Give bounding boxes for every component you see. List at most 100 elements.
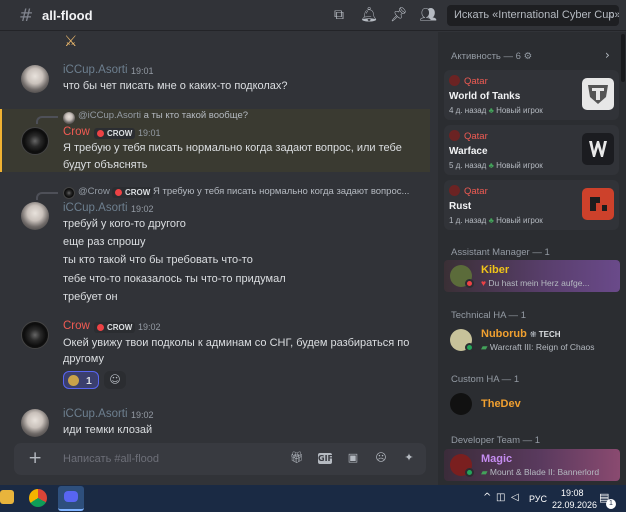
member-list: Активность — 6 ⚙ › Qatar World of Tanks … [438, 32, 626, 485]
clock-date[interactable]: 22.09.2026 [552, 500, 597, 510]
timestamp: 19:01 [138, 128, 161, 138]
new-player-icon: ♣ [488, 216, 494, 225]
member-name: Nuborub ⁜ TECH [481, 328, 561, 340]
tech-tag: ⁜ TECH [529, 330, 561, 339]
timestamp: 19:01 [131, 66, 154, 76]
reply-preview[interactable]: а ты кто такой вообще? [144, 110, 248, 121]
member-name: Magic [481, 453, 513, 465]
member-list-icon[interactable]: 👥︎ [419, 6, 437, 24]
author-name[interactable]: iCCup.Asorti [63, 202, 128, 214]
member-name: TheDev [481, 398, 521, 410]
reply-preview[interactable]: Я требую у тебя писать нормально когда з… [153, 186, 409, 197]
file-explorer-icon[interactable] [0, 490, 14, 504]
member-row[interactable]: Nuborub ⁜ TECH ▰ Warcraft III: Reign of C… [444, 324, 620, 356]
apps-icon[interactable]: ✦ [402, 451, 416, 465]
rust-game-icon [582, 188, 614, 220]
role-group-title: Developer Team — 1 [451, 435, 541, 446]
activity-user: Qatar [464, 186, 488, 197]
attach-plus-icon[interactable]: + [28, 448, 42, 468]
avatar[interactable] [21, 65, 49, 93]
reaction-button[interactable]: 1 [63, 371, 99, 389]
warface-game-icon [582, 133, 614, 165]
activity-card[interactable]: Qatar World of Tanks 4 д. назад ♣ Новый … [444, 70, 619, 120]
tray-chevron-icon[interactable]: ^ [483, 492, 491, 503]
author-name[interactable]: Crow [63, 126, 90, 138]
threads-icon[interactable]: ⧉ [330, 6, 348, 24]
clock-time[interactable]: 19:08 [561, 488, 584, 498]
discord-taskbar-button[interactable] [58, 486, 84, 511]
reply-author[interactable]: @iCCup.Asorti [78, 110, 141, 121]
settings-gear-icon[interactable]: ⚙ [524, 51, 533, 62]
role-group-title: Custom HA — 1 [451, 374, 520, 385]
avatar[interactable] [21, 321, 49, 349]
member-list-scrollbar[interactable] [621, 34, 625, 82]
network-icon[interactable]: ◫ [496, 492, 505, 503]
search-icon: ⌕ [608, 7, 615, 21]
member-row[interactable]: TheDev [444, 388, 620, 420]
role-group-title: Assistant Manager — 1 [451, 247, 550, 258]
volume-icon[interactable]: ◁ [511, 492, 519, 503]
status-online-icon [465, 468, 474, 477]
sticker-icon[interactable]: ▣ [346, 451, 360, 465]
message-text: будут объяснять [63, 159, 148, 171]
message-text: требуй у кого-то другого [63, 218, 186, 230]
world-of-tanks-game-icon [582, 78, 614, 110]
pin-icon[interactable]: 📌︎ [390, 6, 408, 24]
message-text: ты кто такой что бы требовать что-то [63, 254, 253, 266]
message-list[interactable]: ⚔ iCCup.Asorti 19:01 что бы чет писать м… [0, 32, 438, 442]
reaction-emoji-icon [68, 375, 79, 386]
composer-input[interactable]: Написать #all-flood [63, 453, 159, 465]
new-player-icon: ♣ [488, 106, 494, 115]
avatar[interactable] [21, 409, 49, 437]
timestamp: 19:02 [131, 204, 154, 214]
game-controller-icon: ▰ [481, 467, 488, 477]
author-name[interactable]: iCCup.Asorti [63, 64, 128, 76]
chrome-icon[interactable] [29, 489, 47, 507]
reply-connector [36, 116, 58, 124]
search-input[interactable]: Искать «International Cyber Cup» ⌕ [447, 5, 619, 26]
message-text: тебе что-то показалось ты что-то придума… [63, 273, 286, 285]
notification-bell-icon[interactable]: 🔔︎ [360, 6, 378, 24]
activity-meta: 5 д. назад ♣ Новый игрок [449, 161, 543, 170]
discord-window: # all-flood ⧉ 🔔︎ 📌︎ 👥︎ Искать «Internati… [0, 0, 626, 485]
gift-icon[interactable]: 🎁︎ [290, 451, 304, 465]
emoji-icon[interactable]: ☹ [374, 451, 388, 465]
reply-avatar [63, 112, 75, 124]
chevron-right-icon[interactable]: › [605, 48, 610, 62]
activity-meta: 1 д. назад ♣ Новый игрок [449, 216, 543, 225]
timestamp: 19:02 [131, 410, 154, 420]
reply-author[interactable]: @Crow [78, 186, 110, 197]
member-row[interactable]: Magic ▰ Mount & Blade II: Bannerlord [444, 449, 620, 481]
avatar[interactable] [21, 127, 49, 155]
add-reaction-button[interactable]: ☺ [104, 371, 126, 389]
member-name: Kiber [481, 264, 510, 276]
reply-avatar [63, 187, 75, 199]
input-language[interactable]: РУС [529, 494, 547, 504]
clan-badge: CROW [94, 128, 136, 139]
activity-card[interactable]: Qatar Rust 1 д. назад ♣ Новый игрок [444, 180, 619, 230]
author-name[interactable]: Crow [63, 320, 90, 332]
avatar [450, 393, 472, 415]
avatar[interactable] [21, 202, 49, 230]
author-name[interactable]: iCCup.Asorti [63, 408, 128, 420]
activity-game: World of Tanks [449, 91, 521, 102]
activity-user: Qatar [464, 76, 488, 87]
status-dnd-icon [465, 279, 474, 288]
new-player-icon: ♣ [488, 161, 494, 170]
game-controller-icon: ▰ [481, 342, 488, 352]
gif-icon[interactable]: GIF [318, 453, 333, 464]
member-row[interactable]: Kiber ♥ Du hast mein Herz aufge... [444, 260, 620, 292]
discord-icon [64, 491, 78, 502]
activity-header: Активность — 6 ⚙ [451, 51, 533, 62]
activity-game: Warface [449, 146, 488, 157]
status-online-icon [465, 343, 474, 352]
message-composer[interactable]: + Написать #all-flood 🎁︎ GIF ▣ ☹ ✦ [14, 443, 426, 475]
message-text: требует он [63, 291, 118, 303]
notification-count: 1 [606, 499, 616, 509]
tech-tag-icon: ⁜ [529, 330, 537, 339]
member-status: ▰ Warcraft III: Reign of Chaos [481, 342, 595, 352]
activity-user: Qatar [464, 131, 488, 142]
activity-card[interactable]: Qatar Warface 5 д. назад ♣ Новый игрок [444, 125, 619, 175]
crossed-swords-emoji: ⚔ [64, 32, 78, 50]
message-text: еще раз спрошу [63, 236, 146, 248]
